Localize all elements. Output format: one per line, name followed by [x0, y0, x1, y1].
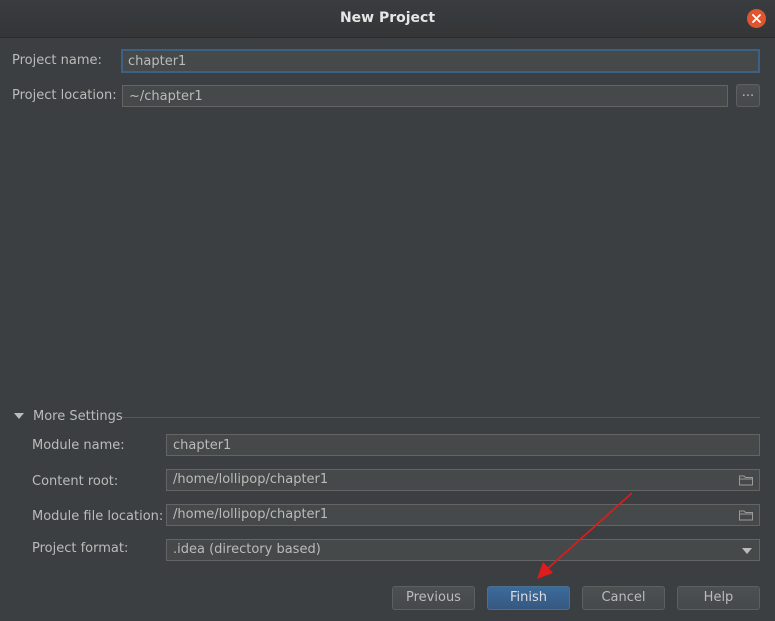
finish-button[interactable]: Finish — [487, 586, 570, 610]
new-project-dialog: New Project Project name: Project locati… — [0, 0, 775, 621]
folder-icon[interactable] — [739, 509, 753, 521]
dropdown-arrow-icon — [742, 548, 752, 554]
browse-location-button[interactable]: ... — [736, 84, 760, 107]
folder-icon[interactable] — [739, 474, 753, 486]
project-format-label: Project format: — [32, 541, 129, 556]
module-file-location-value: /home/lollipop/chapter1 — [173, 507, 329, 522]
section-separator — [122, 417, 760, 418]
close-button[interactable] — [747, 9, 766, 28]
content-root-label: Content root: — [32, 474, 119, 489]
module-file-location-field[interactable]: /home/lollipop/chapter1 — [166, 504, 760, 526]
project-name-input[interactable] — [121, 49, 760, 73]
project-format-select[interactable]: .idea (directory based) — [166, 539, 760, 561]
annotation-arrow-head — [537, 562, 553, 579]
close-icon — [752, 14, 761, 23]
content-root-field[interactable]: /home/lollipop/chapter1 — [166, 469, 760, 491]
project-name-label: Project name: — [12, 53, 102, 68]
module-name-input[interactable] — [166, 434, 760, 456]
project-location-label: Project location: — [12, 88, 117, 103]
content-root-value: /home/lollipop/chapter1 — [173, 472, 329, 487]
project-format-value: .idea (directory based) — [173, 542, 321, 557]
title-bar[interactable]: New Project — [0, 0, 775, 38]
window-title: New Project — [339, 10, 436, 26]
more-settings-label: More Settings — [33, 409, 123, 424]
previous-button[interactable]: Previous — [392, 586, 475, 610]
more-settings-toggle[interactable]: More Settings — [14, 409, 123, 424]
triangle-down-icon — [14, 413, 24, 419]
project-location-input[interactable] — [122, 85, 728, 107]
help-button[interactable]: Help — [677, 586, 760, 610]
module-name-label: Module name: — [32, 438, 125, 453]
cancel-button[interactable]: Cancel — [582, 586, 665, 610]
module-file-location-label: Module file location: — [32, 509, 164, 524]
